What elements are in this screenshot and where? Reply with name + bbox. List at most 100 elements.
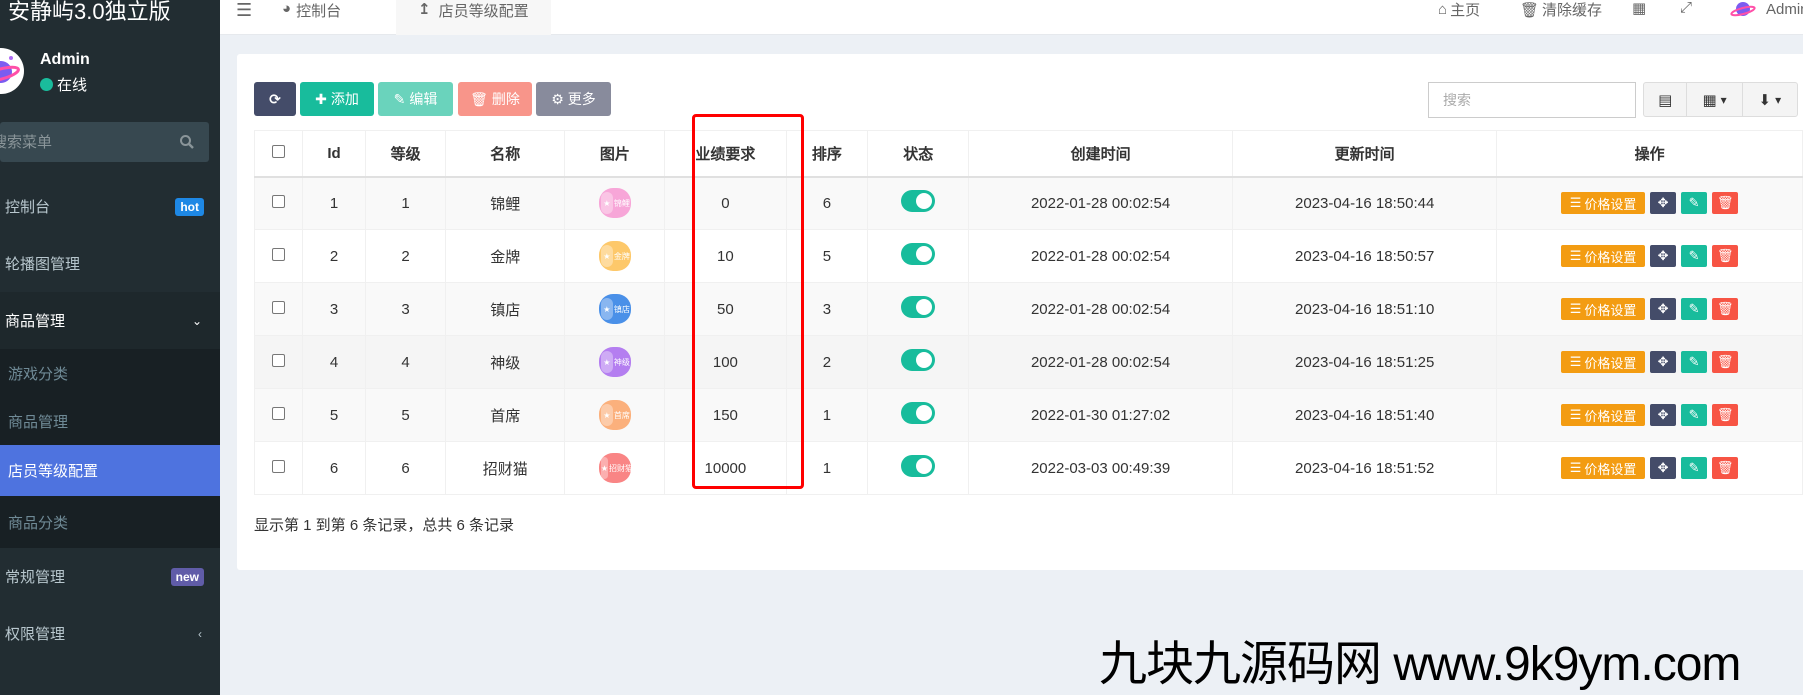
row-delete-button[interactable]: 🗑 [1712, 298, 1739, 320]
refresh-button[interactable]: ⟳ [254, 82, 296, 116]
col-header-image[interactable]: 图片 [564, 130, 666, 178]
col-header-status[interactable]: 状态 [867, 130, 970, 178]
row-edit-button[interactable]: ✎ [1681, 192, 1708, 215]
status-toggle[interactable] [901, 190, 936, 213]
row-edit-button[interactable]: ✎ [1681, 245, 1708, 267]
status-toggle[interactable] [901, 243, 936, 265]
cell-name: 金牌 [444, 229, 566, 283]
sidebar-item-goods-category[interactable]: 商品分类 [0, 496, 220, 548]
cell-status [867, 176, 970, 230]
table-row[interactable]: 4 4 神级 ★ 神级 100 2 2022-01-28 00:02:54 2023-04-16… [254, 335, 1803, 389]
col-header-name[interactable]: 名称 [444, 130, 566, 178]
home-link[interactable]: ⌂ 主页 [1438, 0, 1480, 20]
columns-button[interactable]: ▦ ▾ [1687, 83, 1743, 116]
table-row[interactable]: 6 6 招财猫 ★ 招财猫 10000 1 2022-03-03 00:49:39 2023-0… [254, 441, 1803, 495]
price-settings-button[interactable]: ☰ 价格设置 [1561, 351, 1646, 373]
drag-sort-button[interactable]: ✥ [1650, 457, 1677, 479]
sidebar-item-dashboard[interactable]: 控制台 hot [0, 178, 220, 235]
sidebar-item-goods[interactable]: 商品管理 ⌄ [0, 292, 220, 349]
cell-created: 2022-01-28 00:02:54 [968, 229, 1234, 283]
cell-created: 2022-03-03 00:49:39 [968, 441, 1234, 495]
table-search-input[interactable] [1428, 82, 1636, 118]
price-settings-button[interactable]: ☰ 价格设置 [1561, 298, 1646, 320]
price-settings-button[interactable]: ☰ 价格设置 [1561, 192, 1646, 215]
col-header-created[interactable]: 创建时间 [968, 130, 1234, 178]
table-row[interactable]: 3 3 镇店 ★ 镇店 50 3 2022-01-28 00:02:54 2023-04-16 … [254, 282, 1803, 336]
star-icon: ★ [600, 298, 613, 320]
level-badge-image[interactable]: ★ 神级 [598, 347, 631, 377]
status-toggle[interactable] [901, 402, 936, 424]
drag-sort-button[interactable]: ✥ [1650, 351, 1677, 373]
add-button[interactable]: ✚ 添加 [300, 82, 374, 116]
drag-sort-button[interactable]: ✥ [1650, 245, 1677, 267]
tab-dashboard[interactable]: ◕ 控制台 [272, 0, 351, 35]
row-checkbox[interactable] [271, 459, 285, 473]
row-edit-button[interactable]: ✎ [1681, 351, 1708, 373]
level-badge-image[interactable]: ★ 锦鲤 [598, 188, 631, 219]
sidebar-item-game-category[interactable]: 游戏分类 [0, 349, 220, 397]
row-checkbox[interactable] [271, 406, 285, 420]
row-checkbox[interactable] [271, 247, 285, 261]
fullscreen-icon[interactable]: ⤢ [1680, 0, 1692, 16]
row-delete-button[interactable]: 🗑 [1712, 457, 1739, 479]
cell-updated: 2023-04-16 18:51:40 [1232, 388, 1498, 442]
user-menu[interactable]: Admin [1730, 0, 1803, 19]
drag-sort-button[interactable]: ✥ [1650, 404, 1677, 426]
col-header-id[interactable]: Id [301, 130, 367, 178]
cell-level: 4 [365, 335, 446, 389]
price-settings-button[interactable]: ☰ 价格设置 [1561, 457, 1646, 479]
sidebar-item-goods-manage[interactable]: 商品管理 [0, 397, 220, 445]
tab-staff-level[interactable]: ↥ 店员等级配置 [396, 0, 551, 35]
trash-icon: 🗑 [1716, 248, 1734, 263]
row-edit-button[interactable]: ✎ [1681, 457, 1708, 479]
toggle-view-button[interactable]: ▤ [1644, 83, 1688, 116]
col-header-sort[interactable]: 排序 [785, 130, 869, 178]
export-button[interactable]: ⬇ ▾ [1743, 83, 1797, 116]
col-header-level[interactable]: 等级 [365, 130, 446, 178]
clear-cache-link[interactable]: 🗑 清除缓存 [1520, 0, 1602, 20]
more-button[interactable]: ⚙ 更多 [536, 82, 611, 116]
price-settings-button[interactable]: ☰ 价格设置 [1561, 245, 1646, 267]
level-badge-image[interactable]: ★ 镇店 [598, 294, 631, 324]
delete-button[interactable]: 🗑 删除 [458, 82, 532, 116]
list-icon: ☰ [1569, 195, 1582, 211]
cell-id: 1 [301, 176, 367, 230]
drag-sort-button[interactable]: ✥ [1650, 192, 1677, 215]
status-toggle[interactable] [901, 455, 936, 477]
sidebar-item-general[interactable]: 常规管理 new [0, 548, 220, 605]
row-edit-button[interactable]: ✎ [1681, 298, 1708, 320]
row-checkbox[interactable] [271, 353, 285, 367]
menu-toggle-icon[interactable]: ☰ [236, 0, 252, 21]
cell-name: 神级 [444, 335, 566, 389]
sidebar-search-input[interactable] [0, 122, 172, 162]
row-delete-button[interactable]: 🗑 [1712, 245, 1739, 267]
search-icon[interactable] [179, 134, 195, 150]
status-toggle[interactable] [901, 296, 936, 318]
cell-created: 2022-01-28 00:02:54 [968, 176, 1234, 230]
table-row[interactable]: 1 1 锦鲤 ★ 锦鲤 0 6 2022-01-28 00:02:54 2023-04-16 1… [254, 176, 1803, 230]
table-row[interactable]: 5 5 首席 ★ 首席 150 1 2022-01-30 01:27:02 2023-04-16… [254, 388, 1803, 442]
select-all-checkbox[interactable] [271, 144, 285, 158]
table-row[interactable]: 2 2 金牌 ★ 金牌 10 5 2022-01-28 00:02:54 2023-04-16 … [254, 229, 1803, 283]
drag-sort-button[interactable]: ✥ [1650, 298, 1677, 320]
level-badge-image[interactable]: ★ 首席 [598, 400, 631, 430]
sidebar-item-staff-level[interactable]: 店员等级配置 [0, 445, 220, 496]
row-delete-button[interactable]: 🗑 [1712, 192, 1739, 215]
sidebar-item-carousel[interactable]: 轮播图管理 [0, 235, 220, 292]
level-badge-image[interactable]: ★ 招财猫 [598, 453, 631, 483]
row-delete-button[interactable]: 🗑 [1712, 351, 1739, 373]
translate-icon[interactable]: ▦ [1632, 0, 1646, 17]
status-toggle[interactable] [901, 349, 936, 371]
level-badge-image[interactable]: ★ 金牌 [598, 241, 631, 271]
row-checkbox[interactable] [271, 300, 285, 314]
row-checkbox[interactable] [271, 194, 285, 208]
col-header-updated[interactable]: 更新时间 [1232, 130, 1498, 178]
price-settings-button[interactable]: ☰ 价格设置 [1561, 404, 1646, 426]
columns-grid-icon: ▦ [1702, 91, 1717, 109]
row-edit-button[interactable]: ✎ [1681, 404, 1708, 426]
edit-button[interactable]: ✎ 编辑 [378, 82, 453, 116]
row-delete-button[interactable]: 🗑 [1712, 404, 1739, 426]
sidebar-item-permission[interactable]: 权限管理 ‹ [0, 605, 220, 662]
col-header-requirement[interactable]: 业绩要求 [664, 130, 787, 178]
user-avatar-icon [1730, 2, 1756, 17]
